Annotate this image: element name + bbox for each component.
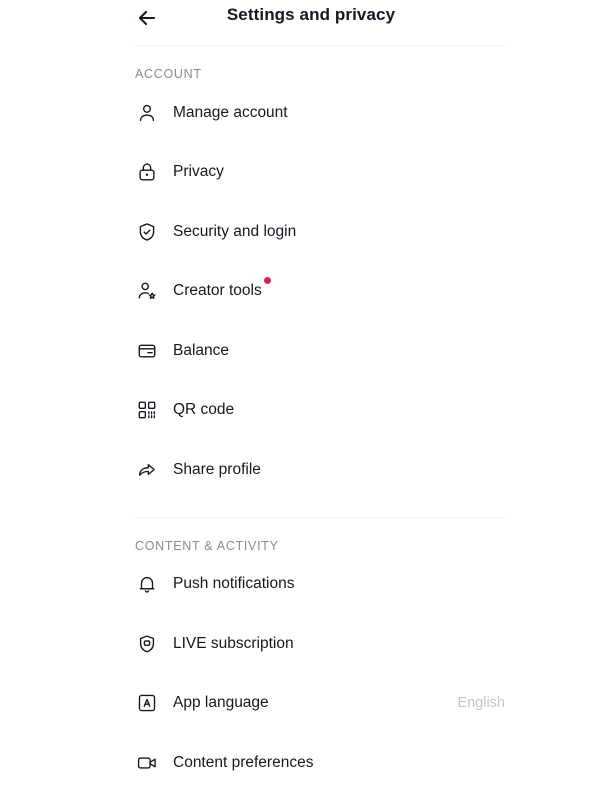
settings-row-share-profile[interactable]: Share profile <box>135 440 505 500</box>
settings-row-qr-code[interactable]: QR code <box>135 381 505 441</box>
section-header-account: ACCOUNT <box>135 67 202 81</box>
language-a-icon <box>135 691 159 715</box>
settings-row-balance[interactable]: Balance <box>135 321 505 381</box>
settings-row-label: Privacy <box>173 163 224 181</box>
settings-content: ACCOUNT Manage account Privacy Security … <box>0 46 600 793</box>
settings-row-privacy[interactable]: Privacy <box>135 143 505 203</box>
settings-row-label: Security and login <box>173 222 297 240</box>
shield-check-icon <box>135 220 159 244</box>
page-title: Settings and privacy <box>226 5 396 24</box>
settings-row-label: Creator tools <box>173 277 271 300</box>
settings-row-label: App language <box>173 694 269 712</box>
video-camera-icon <box>135 751 159 775</box>
settings-row-content-preferences[interactable]: Content preferences <box>135 733 505 793</box>
settings-row-label: Push notifications <box>173 575 295 593</box>
person-icon <box>135 101 159 125</box>
settings-row-label-text: Creator tools <box>173 282 262 300</box>
settings-row-value-language: English <box>457 695 505 712</box>
header-bar: Settings and privacy <box>135 0 505 46</box>
settings-row-label: Share profile <box>173 460 261 478</box>
settings-row-label: Manage account <box>173 103 288 121</box>
settings-row-label: LIVE subscription <box>173 634 294 652</box>
settings-screen: Settings and privacy ACCOUNT Manage acco… <box>0 0 600 786</box>
qr-code-icon <box>135 398 159 422</box>
share-arrow-icon <box>135 458 159 482</box>
notification-badge-dot <box>263 277 271 285</box>
settings-row-push-notifications[interactable]: Push notifications <box>135 555 505 615</box>
section-rows-content-activity: Push notifications LIVE subscription App… <box>135 555 505 793</box>
settings-row-creator-tools[interactable]: Creator tools <box>135 262 505 322</box>
settings-row-live-subscription[interactable]: LIVE subscription <box>135 614 505 674</box>
settings-row-security-and-login[interactable]: Security and login <box>135 202 505 262</box>
wallet-icon <box>135 339 159 363</box>
bell-icon <box>135 572 159 596</box>
settings-row-label: QR code <box>173 401 235 419</box>
person-star-icon <box>135 279 159 303</box>
lock-icon <box>135 160 159 184</box>
section-header-content-activity: CONTENT & ACTIVITY <box>135 538 279 553</box>
settings-row-manage-account[interactable]: Manage account <box>135 83 505 143</box>
shield-live-icon <box>135 632 159 656</box>
section-rows-account: Manage account Privacy Security and logi… <box>135 83 505 500</box>
settings-row-label: Balance <box>173 341 230 359</box>
settings-row-label: Content preferences <box>173 753 314 771</box>
settings-row-app-language[interactable]: App language English <box>135 674 505 734</box>
